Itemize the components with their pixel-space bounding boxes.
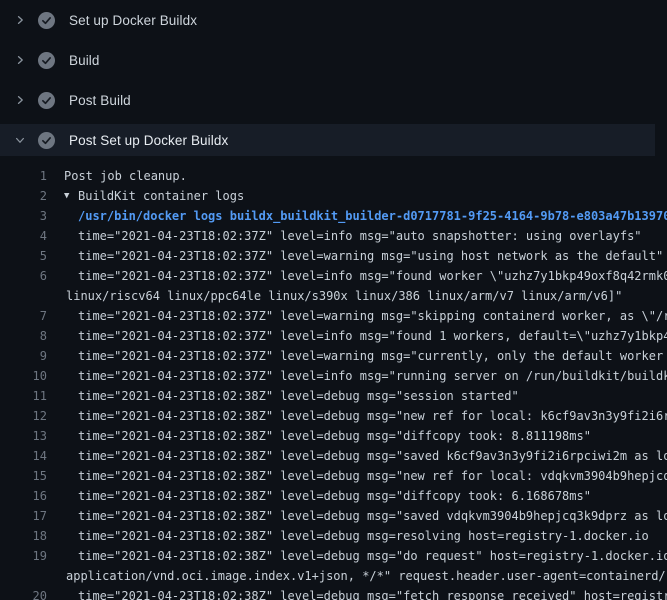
- step-post-build[interactable]: Post Build: [0, 80, 667, 120]
- step-post-set-up-docker-buildx[interactable]: Post Set up Docker Buildx: [0, 120, 667, 160]
- step-label: Post Build: [69, 93, 131, 108]
- line-number[interactable]: 9: [0, 349, 48, 363]
- log-line[interactable]: 14 ▼ time="2021-04-23T18:02:38Z" level=d…: [0, 446, 667, 466]
- log-line[interactable]: 13 ▼ time="2021-04-23T18:02:38Z" level=d…: [0, 426, 667, 446]
- log-line[interactable]: 16 ▼ time="2021-04-23T18:02:38Z" level=d…: [0, 486, 667, 506]
- log-text: time="2021-04-23T18:02:37Z" level=info m…: [78, 229, 642, 243]
- check-circle-icon: [38, 52, 55, 69]
- log-line[interactable]: 17 ▼ time="2021-04-23T18:02:38Z" level=d…: [0, 506, 667, 526]
- log-text: time="2021-04-23T18:02:38Z" level=debug …: [78, 589, 667, 600]
- log-text: time="2021-04-23T18:02:37Z" level=warnin…: [78, 349, 667, 363]
- line-number[interactable]: 11: [0, 389, 48, 403]
- log-text: time="2021-04-23T18:02:38Z" level=debug …: [78, 409, 667, 423]
- step-build[interactable]: Build: [0, 40, 667, 80]
- log-line[interactable]: ▼ application/vnd.oci.image.index.v1+jso…: [0, 566, 667, 586]
- line-number[interactable]: 17: [0, 509, 48, 523]
- log-text: time="2021-04-23T18:02:38Z" level=debug …: [78, 429, 591, 443]
- log-text: time="2021-04-23T18:02:37Z" level=info m…: [78, 329, 667, 343]
- log-line[interactable]: 18 ▼ time="2021-04-23T18:02:38Z" level=d…: [0, 526, 667, 546]
- line-number[interactable]: 7: [0, 309, 48, 323]
- steps-list: Set up Docker Buildx Build Post Build: [0, 0, 667, 160]
- log-line[interactable]: 19 ▼ time="2021-04-23T18:02:38Z" level=d…: [0, 546, 667, 566]
- line-number[interactable]: 12: [0, 409, 48, 423]
- line-number[interactable]: 1: [0, 169, 48, 183]
- check-circle-icon: [38, 132, 55, 149]
- log-line[interactable]: 6 ▼ time="2021-04-23T18:02:37Z" level=in…: [0, 266, 667, 286]
- log-line[interactable]: 7 ▼ time="2021-04-23T18:02:37Z" level=wa…: [0, 306, 667, 326]
- log-text: BuildKit container logs: [78, 189, 244, 203]
- line-number[interactable]: 18: [0, 529, 48, 543]
- log-line[interactable]: 9 ▼ time="2021-04-23T18:02:37Z" level=wa…: [0, 346, 667, 366]
- log-line[interactable]: 4 ▼ time="2021-04-23T18:02:37Z" level=in…: [0, 226, 667, 246]
- step-label: Build: [69, 53, 100, 68]
- log-text: linux/riscv64 linux/ppc64le linux/s390x …: [66, 289, 622, 303]
- step-label: Set up Docker Buildx: [69, 13, 197, 28]
- log-viewer: 1 ▼ Post job cleanup. 2 ▼ BuildKit conta…: [0, 160, 667, 600]
- line-number[interactable]: 20: [0, 589, 48, 600]
- step-label: Post Set up Docker Buildx: [69, 133, 228, 148]
- log-text: time="2021-04-23T18:02:38Z" level=debug …: [78, 469, 667, 483]
- log-line[interactable]: 8 ▼ time="2021-04-23T18:02:37Z" level=in…: [0, 326, 667, 346]
- log-text: time="2021-04-23T18:02:37Z" level=warnin…: [78, 309, 667, 323]
- log-line[interactable]: 3 ▼ /usr/bin/docker logs buildx_buildkit…: [0, 206, 667, 226]
- line-number[interactable]: 6: [0, 269, 48, 283]
- check-circle-icon: [38, 12, 55, 29]
- step-set-up-docker-buildx[interactable]: Set up Docker Buildx: [0, 0, 667, 40]
- log-line[interactable]: ▼ linux/riscv64 linux/ppc64le linux/s390…: [0, 286, 667, 306]
- log-text: /usr/bin/docker logs buildx_buildkit_bui…: [78, 209, 667, 223]
- line-number[interactable]: 15: [0, 469, 48, 483]
- log-line[interactable]: 11 ▼ time="2021-04-23T18:02:38Z" level=d…: [0, 386, 667, 406]
- log-text: time="2021-04-23T18:02:38Z" level=debug …: [78, 509, 667, 523]
- collapse-triangle-icon[interactable]: ▼: [64, 191, 78, 201]
- log-line[interactable]: 5 ▼ time="2021-04-23T18:02:37Z" level=wa…: [0, 246, 667, 266]
- line-number[interactable]: 10: [0, 369, 48, 383]
- log-line[interactable]: 2 ▼ BuildKit container logs: [0, 186, 667, 206]
- log-line[interactable]: 20 ▼ time="2021-04-23T18:02:38Z" level=d…: [0, 586, 667, 600]
- log-text: time="2021-04-23T18:02:37Z" level=info m…: [78, 369, 667, 383]
- log-text: time="2021-04-23T18:02:38Z" level=debug …: [78, 389, 519, 403]
- check-circle-icon: [38, 92, 55, 109]
- log-text: time="2021-04-23T18:02:37Z" level=info m…: [78, 269, 667, 283]
- chevron-down-icon[interactable]: [12, 132, 28, 148]
- log-text: time="2021-04-23T18:02:38Z" level=debug …: [78, 549, 667, 563]
- chevron-right-icon[interactable]: [12, 52, 28, 68]
- log-text: time="2021-04-23T18:02:38Z" level=debug …: [78, 489, 591, 503]
- log-line[interactable]: 10 ▼ time="2021-04-23T18:02:37Z" level=i…: [0, 366, 667, 386]
- line-number[interactable]: 5: [0, 249, 48, 263]
- line-number[interactable]: 19: [0, 549, 48, 563]
- chevron-right-icon[interactable]: [12, 92, 28, 108]
- line-number[interactable]: 2: [0, 189, 48, 203]
- line-number[interactable]: 4: [0, 229, 48, 243]
- log-text: Post job cleanup.: [64, 169, 187, 183]
- log-line[interactable]: 1 ▼ Post job cleanup.: [0, 166, 667, 186]
- chevron-right-icon[interactable]: [12, 12, 28, 28]
- line-number[interactable]: 13: [0, 429, 48, 443]
- line-number[interactable]: 16: [0, 489, 48, 503]
- log-line[interactable]: 12 ▼ time="2021-04-23T18:02:38Z" level=d…: [0, 406, 667, 426]
- log-text: time="2021-04-23T18:02:38Z" level=debug …: [78, 529, 649, 543]
- line-number[interactable]: 8: [0, 329, 48, 343]
- log-text: time="2021-04-23T18:02:37Z" level=warnin…: [78, 249, 663, 263]
- log-text: application/vnd.oci.image.index.v1+json,…: [66, 569, 667, 583]
- log-text: time="2021-04-23T18:02:38Z" level=debug …: [78, 449, 667, 463]
- log-line[interactable]: 15 ▼ time="2021-04-23T18:02:38Z" level=d…: [0, 466, 667, 486]
- line-number[interactable]: 14: [0, 449, 48, 463]
- line-number[interactable]: 3: [0, 209, 48, 223]
